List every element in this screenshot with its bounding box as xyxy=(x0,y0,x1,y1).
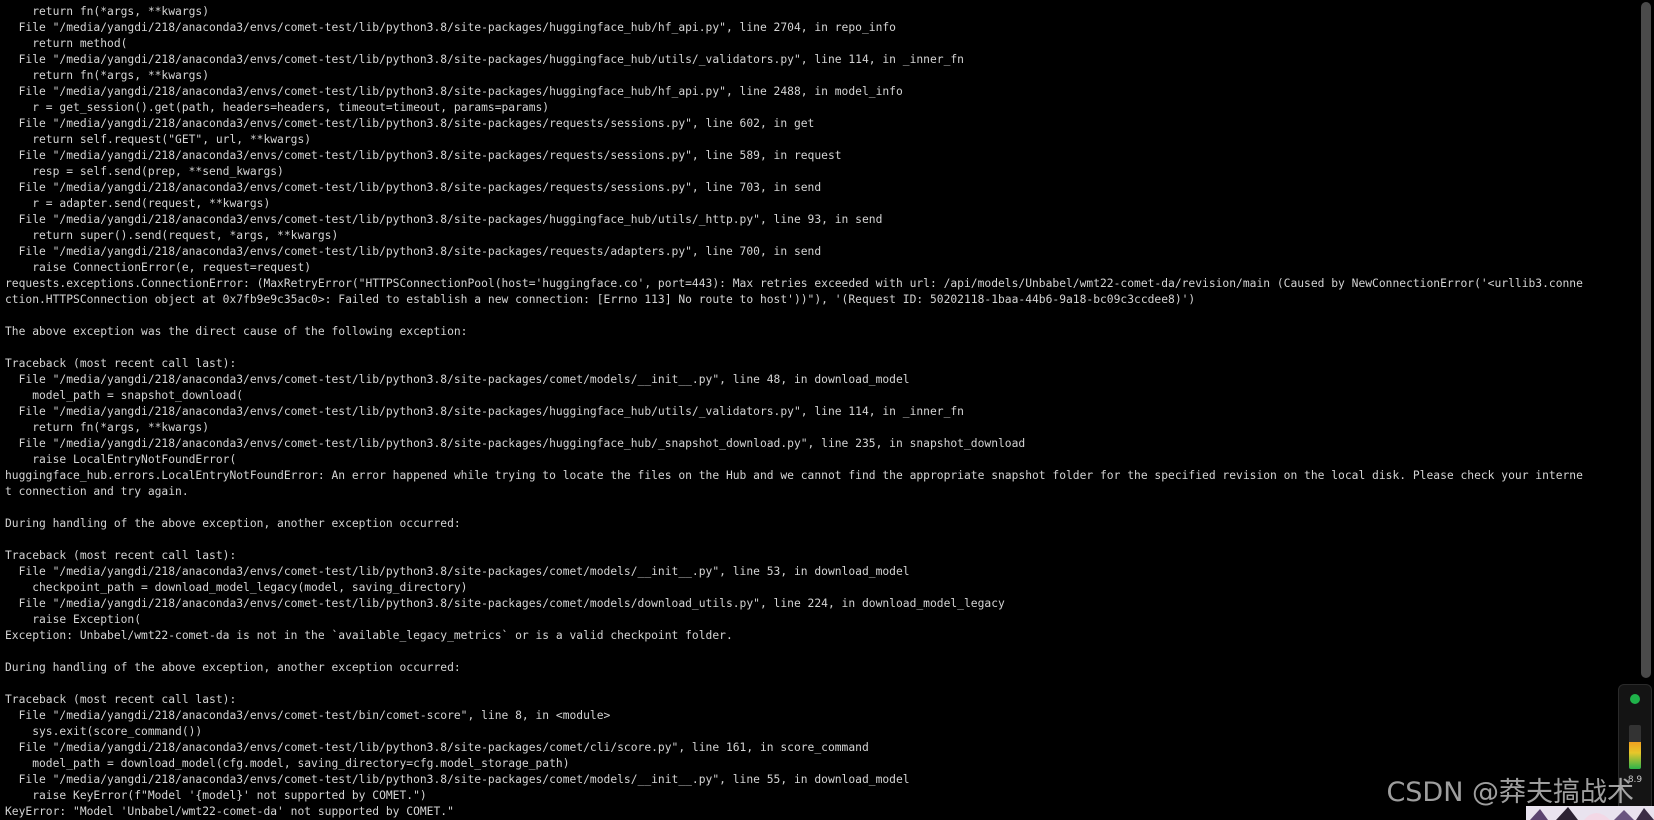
terminal-line: File "/media/yangdi/218/anaconda3/envs/c… xyxy=(5,181,822,194)
terminal-line: return fn(*args, **kwargs) xyxy=(5,69,210,82)
watermark: CSDN @莽夫搞战术 xyxy=(1386,777,1634,808)
terminal-line: File "/media/yangdi/218/anaconda3/envs/c… xyxy=(5,405,964,418)
terminal-line: r = adapter.send(request, **kwargs) xyxy=(5,197,271,210)
terminal-line: huggingface_hub.errors.LocalEntryNotFoun… xyxy=(5,469,1583,482)
battery-level-icon xyxy=(1629,725,1641,769)
terminal-line: return fn(*args, **kwargs) xyxy=(5,5,210,18)
terminal-line: t connection and try again. xyxy=(5,485,189,498)
terminal-line: Traceback (most recent call last): xyxy=(5,693,237,706)
terminal-line: return super().send(request, *args, **kw… xyxy=(5,229,339,242)
terminal-line: File "/media/yangdi/218/anaconda3/envs/c… xyxy=(5,117,815,130)
terminal-line: Traceback (most recent call last): xyxy=(5,357,237,370)
terminal-line: sys.exit(score_command()) xyxy=(5,725,203,738)
terminal-line: File "/media/yangdi/218/anaconda3/envs/c… xyxy=(5,213,883,226)
terminal-line: File "/media/yangdi/218/anaconda3/envs/c… xyxy=(5,245,822,258)
terminal-line: File "/media/yangdi/218/anaconda3/envs/c… xyxy=(5,597,1005,610)
terminal-line: checkpoint_path = download_model_legacy(… xyxy=(5,581,468,594)
terminal-line: The above exception was the direct cause… xyxy=(5,325,468,338)
anime-sticker-image xyxy=(1526,806,1654,820)
terminal-line: File "/media/yangdi/218/anaconda3/envs/c… xyxy=(5,741,869,754)
terminal-line: File "/media/yangdi/218/anaconda3/envs/c… xyxy=(5,85,903,98)
terminal-output: return fn(*args, **kwargs) File "/media/… xyxy=(5,4,1633,820)
terminal-window[interactable]: return fn(*args, **kwargs) File "/media/… xyxy=(0,0,1636,820)
terminal-line: model_path = snapshot_download( xyxy=(5,389,244,402)
terminal-line: File "/media/yangdi/218/anaconda3/envs/c… xyxy=(5,21,896,34)
terminal-line: File "/media/yangdi/218/anaconda3/envs/c… xyxy=(5,565,910,578)
terminal-line: File "/media/yangdi/218/anaconda3/envs/c… xyxy=(5,373,910,386)
terminal-line: File "/media/yangdi/218/anaconda3/envs/c… xyxy=(5,53,964,66)
terminal-line: Exception: Unbabel/wmt22-comet-da is not… xyxy=(5,629,733,642)
terminal-line: During handling of the above exception, … xyxy=(5,661,461,674)
terminal-line: File "/media/yangdi/218/anaconda3/envs/c… xyxy=(5,437,1026,450)
terminal-line: During handling of the above exception, … xyxy=(5,517,461,530)
terminal-line: return method( xyxy=(5,37,128,50)
level-fill xyxy=(1629,741,1641,769)
terminal-line: raise LocalEntryNotFoundError( xyxy=(5,453,237,466)
status-dot-icon xyxy=(1630,694,1640,704)
terminal-line: requests.exceptions.ConnectionError: (Ma… xyxy=(5,277,1583,290)
terminal-line: File "/media/yangdi/218/anaconda3/envs/c… xyxy=(5,149,842,162)
terminal-line: resp = self.send(prep, **send_kwargs) xyxy=(5,165,284,178)
terminal-line: return self.request("GET", url, **kwargs… xyxy=(5,133,312,146)
terminal-line: Traceback (most recent call last): xyxy=(5,549,237,562)
scrollbar-thumb[interactable] xyxy=(1641,2,1651,678)
terminal-line: raise Exception( xyxy=(5,613,142,626)
terminal-line: File "/media/yangdi/218/anaconda3/envs/c… xyxy=(5,709,611,722)
terminal-line: r = get_session().get(path, headers=head… xyxy=(5,101,550,114)
terminal-line: return fn(*args, **kwargs) xyxy=(5,421,210,434)
terminal-line: ction.HTTPSConnection object at 0x7fb9e9… xyxy=(5,293,1196,306)
terminal-line: raise ConnectionError(e, request=request… xyxy=(5,261,312,274)
